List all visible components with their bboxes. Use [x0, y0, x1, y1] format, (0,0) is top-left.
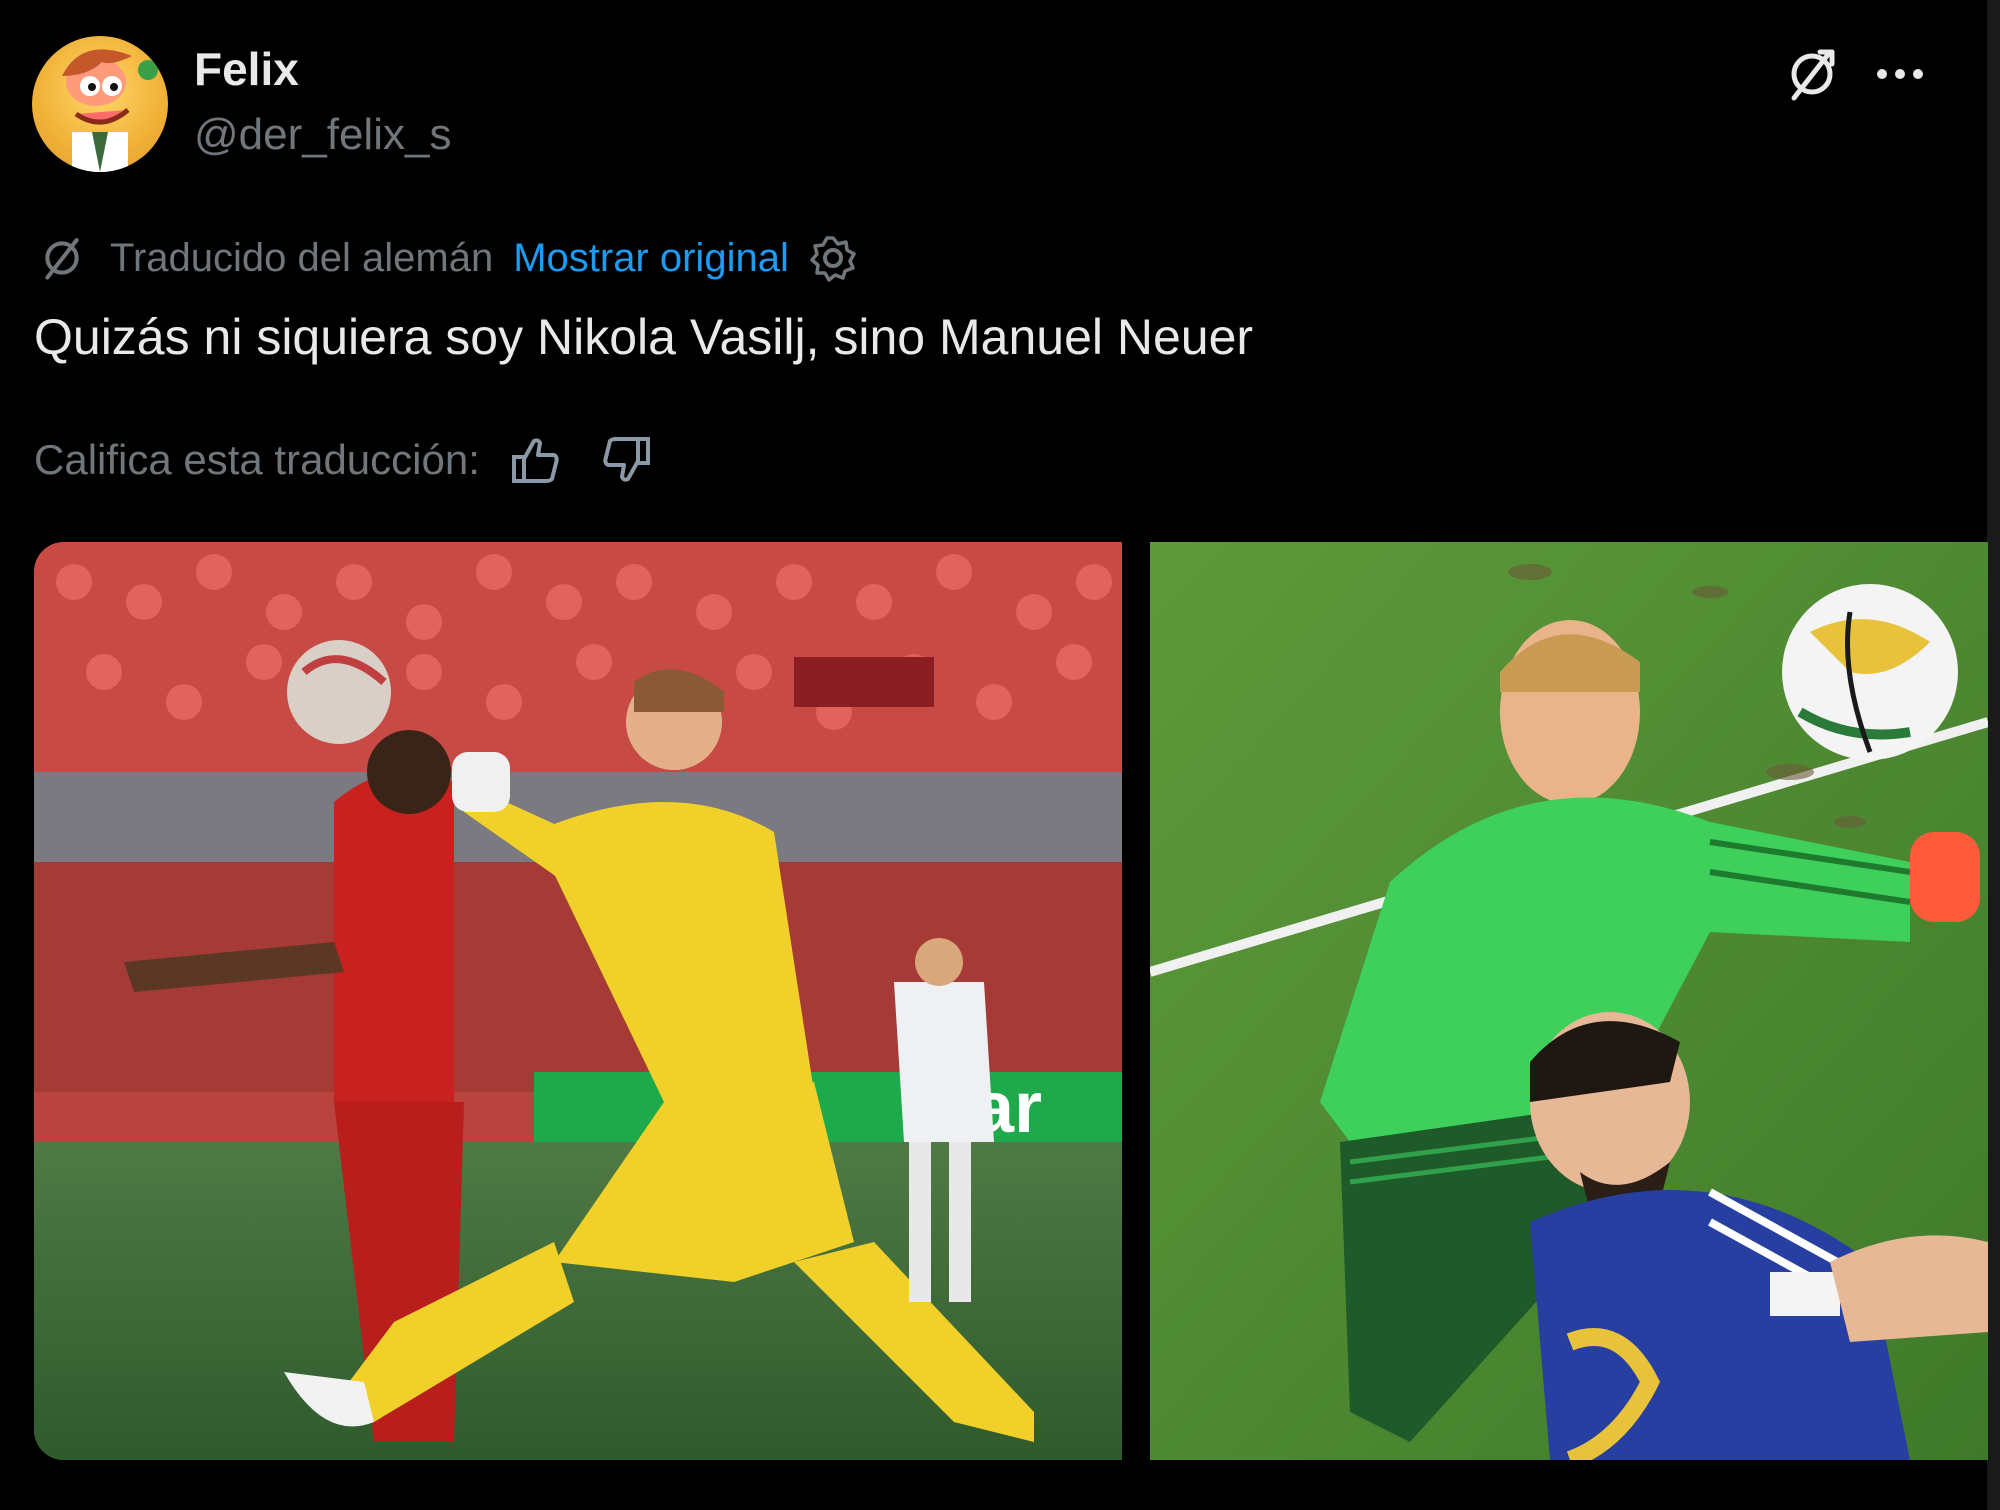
tweet-image-goalkeeper-save[interactable]: ar	[34, 542, 1122, 1460]
more-icon[interactable]	[1868, 42, 1932, 106]
scrollbar-edge	[1987, 0, 2000, 1510]
thumbs-up-icon[interactable]	[508, 433, 562, 487]
tweet-text: Quizás ni siquiera soy Nikola Vasilj, si…	[34, 309, 1254, 365]
translate-icon	[36, 232, 88, 284]
author-handle[interactable]: @der_felix_s	[194, 110, 451, 160]
rate-translation-label: Califica esta traducción:	[34, 436, 480, 483]
avatar[interactable]	[32, 36, 168, 172]
author-display-name[interactable]: Felix	[194, 42, 299, 96]
translate-icon[interactable]	[1780, 42, 1844, 106]
rate-translation: Califica esta traducción:	[34, 430, 654, 490]
translation-bar: Traducido del alemán Mostrar original	[36, 228, 859, 288]
tweet-image-neuer-punch[interactable]	[1150, 542, 1988, 1460]
thumbs-down-icon[interactable]	[600, 433, 654, 487]
translated-from-label: Traducido del alemán	[110, 235, 494, 280]
gear-icon[interactable]	[807, 232, 859, 284]
show-original-link[interactable]: Mostrar original	[513, 236, 789, 281]
